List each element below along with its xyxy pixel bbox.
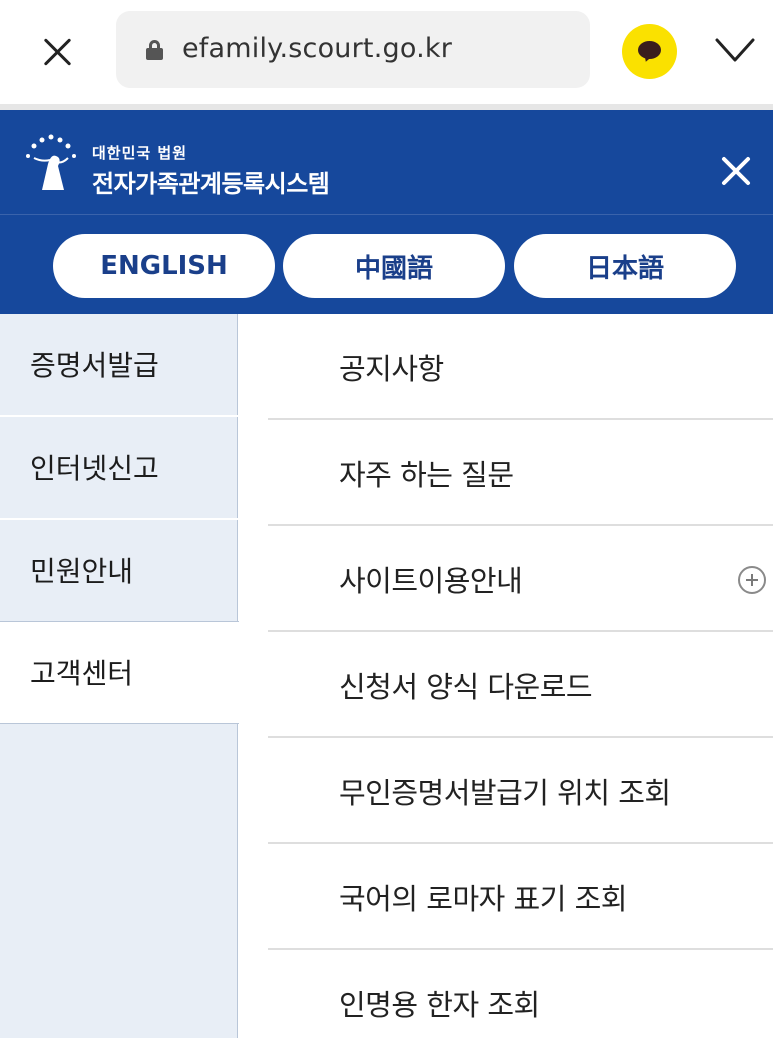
logo-title: 전자가족관계등록시스템	[92, 170, 330, 198]
language-selector: ENGLISH 中國語 日本語	[0, 234, 773, 298]
category-label: 인터넷신고	[30, 452, 159, 485]
submenu-label: 무인증명서발급기 위치 조회	[339, 776, 671, 810]
language-button-english[interactable]: ENGLISH	[53, 234, 275, 298]
chevron-down-icon[interactable]	[712, 30, 758, 70]
category-label: 민원안내	[30, 555, 134, 588]
browser-toolbar: efamily.scourt.go.kr	[0, 0, 773, 104]
language-button-chinese[interactable]: 中國語	[283, 234, 505, 298]
submenu-label: 인명용 한자 조회	[339, 988, 540, 1022]
submenu-item[interactable]: 자주 하는 질문	[268, 420, 773, 526]
submenu-item[interactable]: 국어의 로마자 표기 조회	[268, 844, 773, 950]
logo-subtitle: 대한민국 법원	[92, 144, 188, 162]
kakaotalk-icon[interactable]	[622, 24, 677, 79]
submenu-label: 공지사항	[339, 352, 444, 386]
submenu-item[interactable]: 신청서 양식 다운로드	[268, 632, 773, 738]
category-list: 증명서발급 인터넷신고 민원안내 고객센터	[0, 314, 239, 1038]
language-button-japanese[interactable]: 日本語	[514, 234, 736, 298]
menu-panel: 증명서발급 인터넷신고 민원안내 고객센터 공지사항 자주 하는 질문 사이트이…	[0, 314, 773, 1038]
submenu-label: 자주 하는 질문	[339, 458, 514, 492]
category-label: 증명서발급	[30, 349, 159, 382]
category-internet-report[interactable]: 인터넷신고	[0, 417, 238, 520]
site-logo[interactable]: 대한민국 법원 전자가족관계등록시스템	[20, 132, 330, 198]
address-bar[interactable]: efamily.scourt.go.kr	[116, 11, 590, 88]
category-customer-center[interactable]: 고객센터	[0, 621, 239, 724]
site-header: 대한민국 법원 전자가족관계등록시스템 ENGLISH 中國語 日本語	[0, 110, 773, 314]
category-civil-guide[interactable]: 민원안내	[0, 520, 238, 623]
header-divider	[0, 214, 773, 215]
url-text: efamily.scourt.go.kr	[182, 33, 452, 64]
submenu-label: 신청서 양식 다운로드	[339, 670, 593, 704]
category-label: 고객센터	[30, 657, 134, 690]
lock-icon	[146, 40, 163, 60]
submenu-label: 국어의 로마자 표기 조회	[339, 882, 627, 916]
court-logo-icon	[26, 134, 76, 190]
submenu-item[interactable]: 사이트이용안내	[268, 526, 773, 632]
submenu-item[interactable]: 공지사항	[268, 314, 773, 420]
submenu-label: 사이트이용안내	[339, 564, 523, 598]
close-icon[interactable]	[36, 30, 80, 74]
plus-circle-icon[interactable]	[738, 566, 766, 594]
submenu-list: 공지사항 자주 하는 질문 사이트이용안내 신청서 양식 다운로드 무인증명서발…	[268, 314, 773, 1038]
close-menu-icon[interactable]	[715, 150, 757, 192]
submenu-item[interactable]: 인명용 한자 조회	[268, 950, 773, 1038]
category-certificate[interactable]: 증명서발급	[0, 314, 238, 417]
submenu-item[interactable]: 무인증명서발급기 위치 조회	[268, 738, 773, 844]
